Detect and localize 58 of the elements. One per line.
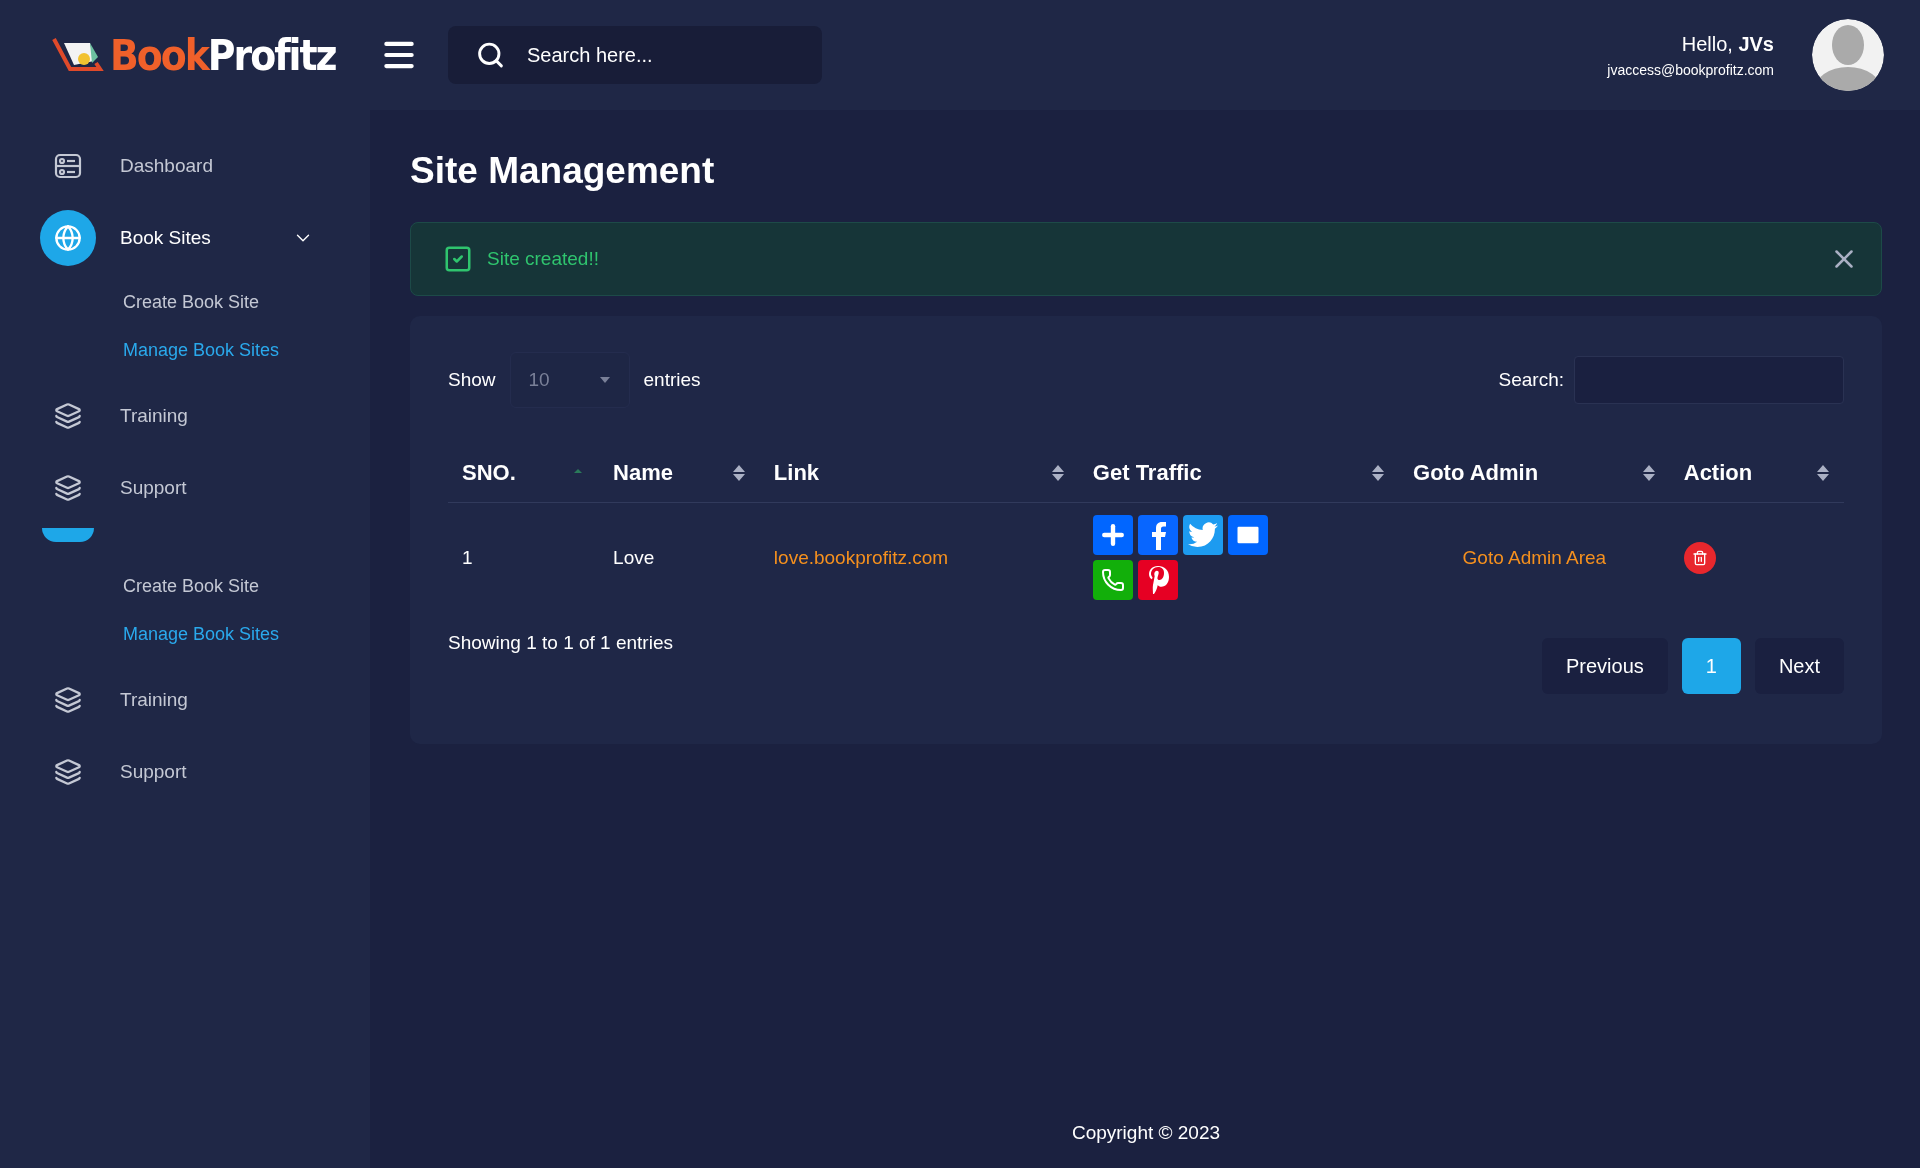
submenu-item[interactable]: Manage Book Sites (123, 326, 370, 374)
alert-message: Site created!! (487, 248, 600, 270)
column-header[interactable]: SNO. (448, 444, 600, 503)
admin-link[interactable]: Goto Admin Area (1462, 546, 1607, 568)
user-email: jvaccess@bookprofitz.com (1607, 61, 1774, 78)
column-header[interactable]: Goto Admin (1399, 444, 1670, 503)
site-link[interactable]: love.bookprofitz.com (773, 546, 949, 568)
column-header[interactable]: Name (599, 444, 760, 503)
submenu-item[interactable]: Manage Book Sites (123, 610, 370, 658)
pin-share-icon[interactable] (1137, 560, 1178, 600)
pagination-button[interactable]: Previous (1541, 638, 1668, 694)
submenu-item[interactable]: Create Book Site (123, 562, 370, 610)
delete-button[interactable] (1683, 541, 1716, 574)
sidebar-item[interactable]: Dashboard (0, 130, 370, 202)
phone-chat-share-icon[interactable] (1092, 560, 1133, 600)
sort-icon[interactable] (1816, 463, 1830, 483)
table-cell: 1 (448, 502, 600, 612)
sort-icon[interactable] (1050, 463, 1065, 483)
logo: BookProfitz (50, 30, 380, 80)
layers-icon (54, 402, 82, 430)
show-label: Show (448, 369, 496, 391)
table-info: Showing 1 to 1 of 1 entries (448, 632, 673, 654)
layers-icon (54, 474, 82, 502)
mail-share-icon[interactable] (1227, 515, 1268, 555)
dashboard-icon (54, 153, 82, 179)
layers-icon (54, 686, 82, 714)
column-header[interactable]: Action (1669, 444, 1844, 503)
sidebar-item[interactable]: Support (0, 452, 370, 524)
facebook-share-icon[interactable] (1137, 515, 1178, 555)
search-field[interactable]: Search here... (448, 26, 822, 84)
page-size-select[interactable]: 10 (509, 352, 630, 408)
greeting-text: Hello, JVs (1681, 32, 1774, 56)
sidebar-item[interactable]: Training (0, 380, 370, 452)
avatar[interactable] (1812, 19, 1884, 91)
table-cell: Love (599, 502, 760, 612)
layers-icon (54, 758, 82, 786)
plus-share-icon[interactable] (1092, 515, 1133, 555)
sort-icon[interactable] (1371, 463, 1385, 483)
sort-icon[interactable] (731, 463, 746, 483)
globe-icon (54, 224, 82, 252)
entries-label: entries (643, 369, 701, 391)
search-input[interactable]: Search here... (525, 42, 794, 68)
sort-icon[interactable] (1641, 463, 1656, 483)
copyright-text: Copyright © 2023 (1070, 1122, 1222, 1145)
sidebar-item[interactable]: Support (0, 736, 370, 808)
pagination-button[interactable]: Next (1754, 638, 1844, 694)
column-header[interactable]: Link (759, 444, 1079, 503)
page-title: Site Management (410, 150, 716, 192)
search-label: Search: (1498, 369, 1564, 391)
bird-share-icon[interactable] (1182, 515, 1223, 555)
trash-icon (1691, 549, 1708, 566)
caret-icon (598, 376, 611, 384)
menu-item-icon[interactable] (42, 528, 94, 542)
column-header[interactable]: Get Traffic (1078, 444, 1399, 503)
submenu-item[interactable]: Create Book Site (123, 278, 370, 326)
sidebar-item[interactable]: Book Sites (0, 202, 370, 274)
sidebar-item[interactable]: Training (0, 664, 370, 736)
check-icon (443, 244, 473, 274)
